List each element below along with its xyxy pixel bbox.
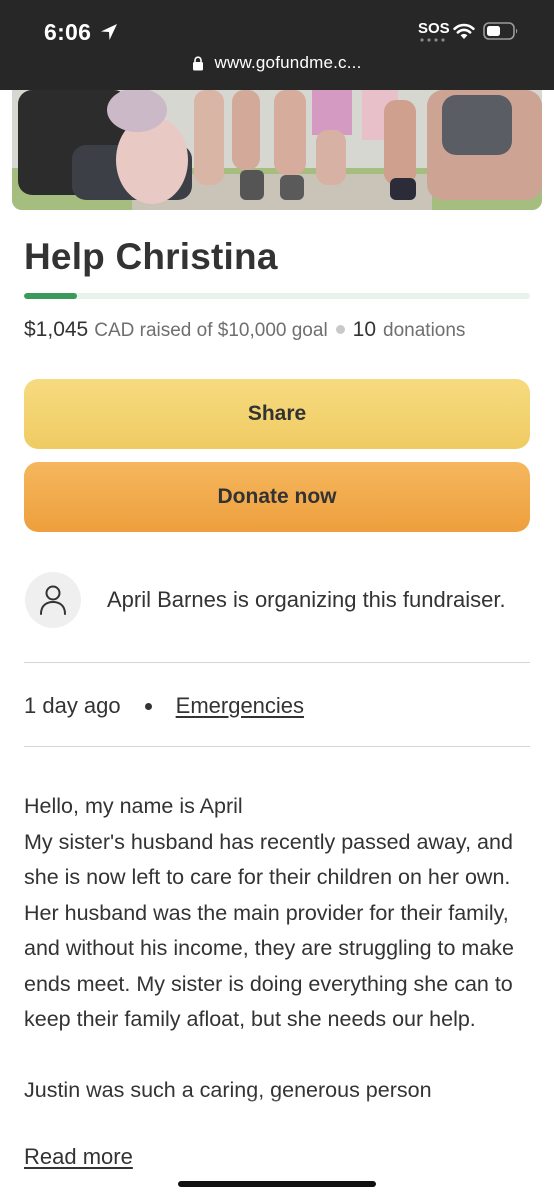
- battery-icon: [483, 22, 518, 40]
- person-icon: [40, 585, 66, 615]
- donation-count: 10: [352, 318, 377, 341]
- status-bar: 6:06 SOS www.gofundme.c...: [0, 0, 554, 90]
- progress-fill: [24, 293, 77, 299]
- raised-summary: $1,045 CAD raised of $10,000 goal 10 don…: [24, 318, 465, 342]
- progress-bar: [24, 293, 530, 299]
- separator-dot: [335, 325, 345, 334]
- campaign-story: Hello, my name is April My sister's husb…: [24, 789, 534, 1109]
- share-button[interactable]: Share: [24, 379, 530, 449]
- campaign-title: Help Christina: [24, 236, 278, 277]
- location-arrow-icon: [101, 24, 117, 40]
- category-link[interactable]: Emergencies: [176, 693, 304, 719]
- lock-icon: [193, 55, 204, 70]
- read-more-link[interactable]: Read more: [24, 1144, 133, 1170]
- address-bar[interactable]: www.gofundme.c...: [0, 50, 554, 76]
- status-time: 6:06: [44, 19, 92, 45]
- signal-dots-icon: [420, 38, 445, 42]
- sos-indicator: SOS: [418, 20, 450, 37]
- organizer-avatar: [25, 572, 81, 628]
- campaign-meta: 1 day ago Emergencies: [24, 693, 304, 719]
- story-paragraph: My sister's husband has recently passed …: [24, 829, 514, 1032]
- raised-amount: $1,045: [24, 318, 89, 341]
- organizer-text: April Barnes is organizing this fundrais…: [107, 587, 506, 612]
- divider: [24, 662, 530, 663]
- campaign-photo: [12, 90, 542, 210]
- url-text: www.gofundme.c...: [214, 53, 362, 72]
- donate-now-button[interactable]: Donate now: [24, 462, 530, 532]
- home-indicator[interactable]: [178, 1181, 376, 1187]
- story-greeting: Hello, my name is April: [24, 794, 243, 818]
- divider: [24, 746, 530, 747]
- campaign-photo-illustration: [12, 90, 542, 210]
- created-time: 1 day ago: [24, 693, 121, 718]
- wifi-icon: [453, 23, 475, 39]
- raised-goal-text: CAD raised of $10,000 goal: [94, 320, 328, 341]
- bullet-separator: [144, 702, 152, 710]
- donation-label: donations: [383, 320, 466, 341]
